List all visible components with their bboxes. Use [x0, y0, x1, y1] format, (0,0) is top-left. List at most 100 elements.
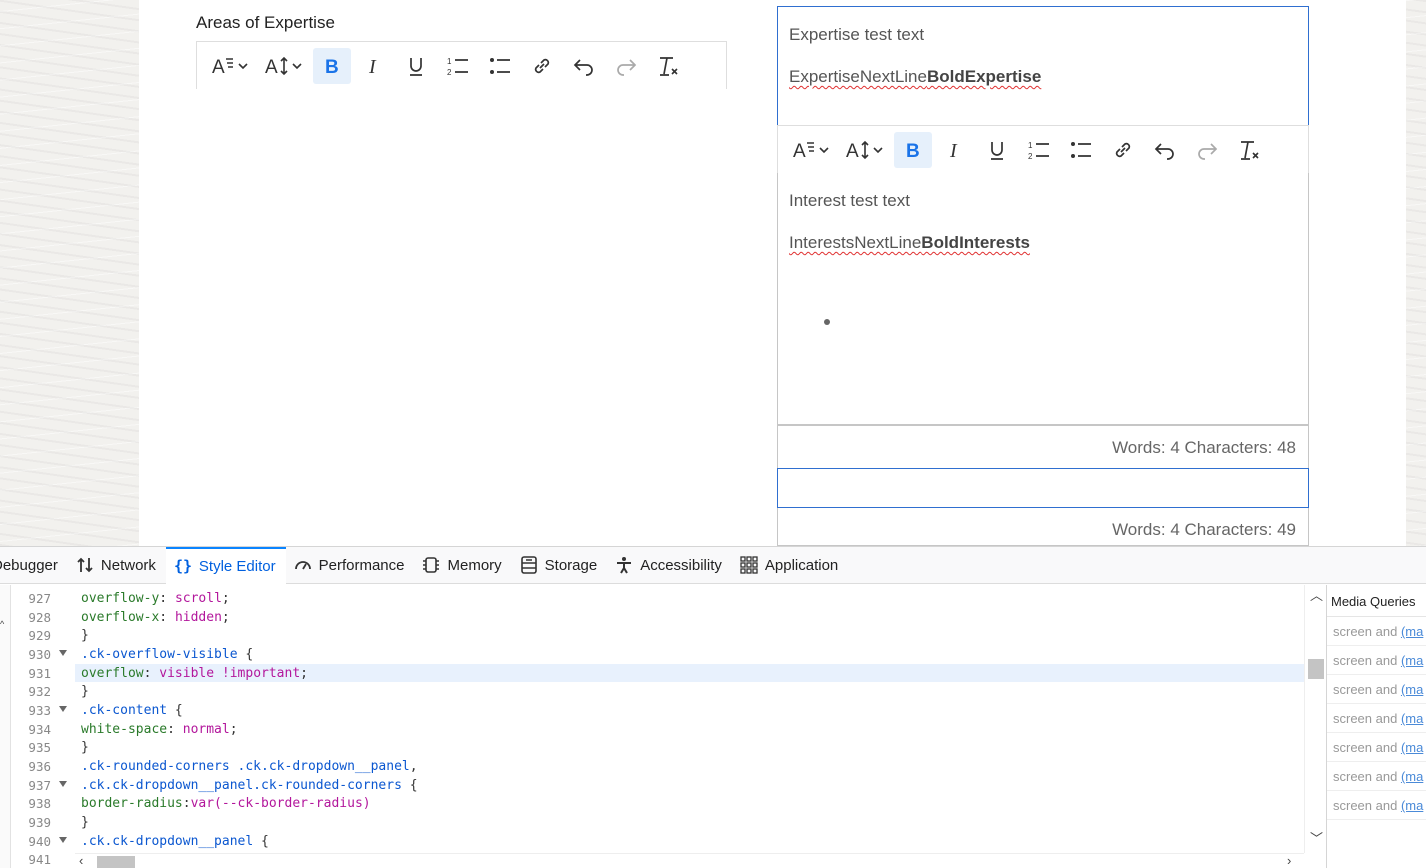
code-line[interactable]: }	[75, 739, 1305, 758]
horizontal-scrollbar[interactable]: ‹ ›	[75, 853, 1304, 868]
code-line[interactable]: }	[75, 813, 1305, 832]
underline-button[interactable]	[978, 132, 1016, 168]
tab-memory[interactable]: Memory	[414, 547, 511, 584]
editor-toolbar-expertise: A A B I 12	[196, 41, 727, 89]
code-lines[interactable]: overflow-y: scroll; overflow-x: hidden;}…	[75, 589, 1305, 868]
bulleted-list-button[interactable]	[481, 48, 519, 84]
expertise-editor[interactable]: Expertise test text ExpertiseNextLineBol…	[777, 6, 1309, 126]
undo-button[interactable]	[1146, 132, 1184, 168]
bold-icon: B	[906, 141, 920, 162]
word-counter-interest: Words: 4 Characters: 49	[777, 508, 1309, 546]
list-bullet	[824, 319, 830, 325]
fold-toggle-icon[interactable]	[59, 706, 67, 713]
underline-button[interactable]	[397, 48, 435, 84]
media-query-link[interactable]: (ma	[1401, 740, 1423, 755]
tab-storage[interactable]: Storage	[512, 547, 608, 584]
media-query-row[interactable]: screen and (ma	[1327, 704, 1426, 733]
line-number: 937	[11, 776, 75, 795]
redo-button[interactable]	[607, 48, 645, 84]
code-line[interactable]: overflow: visible !important;	[75, 663, 1305, 683]
scroll-thumb[interactable]	[1308, 659, 1324, 679]
media-query-row[interactable]: screen and (ma	[1327, 675, 1426, 704]
tab-accessibility[interactable]: Accessibility	[607, 547, 732, 584]
scroll-up-icon[interactable]: ︿	[1310, 585, 1323, 604]
code-line[interactable]: border-radius: var(--ck-border-radius)	[75, 795, 1305, 814]
tab-style-editor[interactable]: {} Style Editor	[165, 546, 286, 584]
code-line[interactable]: .ck.ck-dropdown__panel.ck-rounded-corner…	[75, 776, 1305, 795]
tab-performance[interactable]: Performance	[286, 547, 415, 584]
code-line[interactable]: .ck.ck-dropdown__panel {	[75, 832, 1305, 851]
media-query-row[interactable]: screen and (ma	[1327, 646, 1426, 675]
interest-editor[interactable]: Interest test text InterestsNextLineBold…	[777, 173, 1309, 425]
link-button[interactable]	[1104, 132, 1142, 168]
scroll-thumb[interactable]	[97, 856, 135, 868]
line-number: 941	[28, 852, 51, 868]
media-query-row[interactable]: screen and (ma	[1327, 762, 1426, 791]
code-line[interactable]: .ck-rounded-corners .ck.ck-dropdown__pan…	[75, 757, 1305, 776]
tab-debugger[interactable]: Debugger	[0, 547, 68, 584]
code-line[interactable]: }	[75, 626, 1305, 645]
undo-button[interactable]	[565, 48, 603, 84]
scroll-left-icon[interactable]: ‹	[79, 853, 83, 868]
line-number: 936	[28, 759, 51, 775]
code-line[interactable]: }	[75, 682, 1305, 701]
expertise-line-2: ExpertiseNextLineBoldExpertise	[789, 67, 1297, 87]
line-number: 929	[28, 628, 51, 644]
tab-application[interactable]: Application	[732, 547, 848, 584]
bold-button[interactable]: B	[894, 131, 932, 168]
tab-network[interactable]: Network	[68, 547, 166, 584]
scroll-right-icon[interactable]: ›	[1287, 853, 1291, 868]
fold-toggle-icon[interactable]	[59, 780, 67, 787]
media-query-link[interactable]: (ma	[1401, 769, 1423, 784]
media-query-row[interactable]: screen and (ma	[1327, 791, 1426, 820]
tab-label: Debugger	[0, 556, 58, 574]
redo-button[interactable]	[1188, 132, 1226, 168]
font-size-icon: A	[846, 140, 869, 162]
grid-icon	[740, 556, 758, 574]
code-line[interactable]: overflow-y: scroll;	[75, 589, 1305, 608]
media-query-row[interactable]: screen and (ma	[1327, 733, 1426, 762]
scroll-down-icon[interactable]: ﹀	[1310, 828, 1323, 847]
remove-format-button[interactable]	[649, 48, 687, 84]
line-number: 938	[28, 796, 51, 812]
numbered-list-button[interactable]: 12	[439, 48, 477, 84]
media-query-link[interactable]: (ma	[1401, 711, 1423, 726]
font-size-dropdown-button[interactable]: A	[259, 48, 309, 84]
code-line[interactable]: white-space: normal;	[75, 720, 1305, 739]
italic-button[interactable]: I	[936, 132, 974, 168]
redo-icon	[617, 58, 637, 76]
heading-dropdown-button[interactable]: A	[205, 48, 255, 84]
media-query-link[interactable]: (ma	[1401, 653, 1423, 668]
bold-button[interactable]: B	[313, 47, 351, 84]
bulleted-list-button[interactable]	[1062, 132, 1100, 168]
stylesheet-list-edge[interactable]: ^	[0, 585, 11, 868]
heading-dropdown-button[interactable]: A	[786, 132, 836, 168]
media-query-link[interactable]: (ma	[1401, 798, 1423, 813]
code-line[interactable]: .ck-content {	[75, 701, 1305, 720]
expertise-line-2-bold: BoldExpertise	[926, 67, 1042, 86]
media-query-row[interactable]: screen and (ma	[1327, 617, 1426, 646]
italic-button[interactable]: I	[355, 48, 393, 84]
chevron-down-icon	[819, 146, 829, 153]
link-button[interactable]	[523, 48, 561, 84]
remove-format-icon	[1241, 140, 1259, 160]
underline-icon	[410, 57, 422, 76]
vertical-scrollbar[interactable]: ︿ ﹀	[1304, 585, 1325, 853]
media-query-link[interactable]: (ma	[1401, 682, 1423, 697]
line-number: 932	[28, 684, 51, 700]
tab-label: Style Editor	[198, 557, 276, 575]
code-line[interactable]: overflow-x: hidden;	[75, 608, 1305, 627]
numbered-list-button[interactable]: 12	[1020, 132, 1058, 168]
style-editor-source[interactable]: ^ 927 928 929 930 931 932 933 934 935 93…	[0, 585, 1326, 868]
link-icon	[1115, 142, 1131, 157]
empty-editor-field[interactable]	[777, 468, 1309, 508]
media-query-link[interactable]: (ma	[1401, 624, 1423, 639]
chevron-down-icon	[292, 62, 302, 69]
font-size-dropdown-button[interactable]: A	[840, 132, 890, 168]
remove-format-button[interactable]	[1230, 132, 1268, 168]
fold-toggle-icon[interactable]	[59, 836, 67, 843]
link-icon	[534, 58, 550, 73]
braces-icon: {}	[174, 557, 192, 575]
code-line[interactable]: .ck-overflow-visible {	[75, 645, 1305, 664]
fold-toggle-icon[interactable]	[59, 650, 67, 657]
